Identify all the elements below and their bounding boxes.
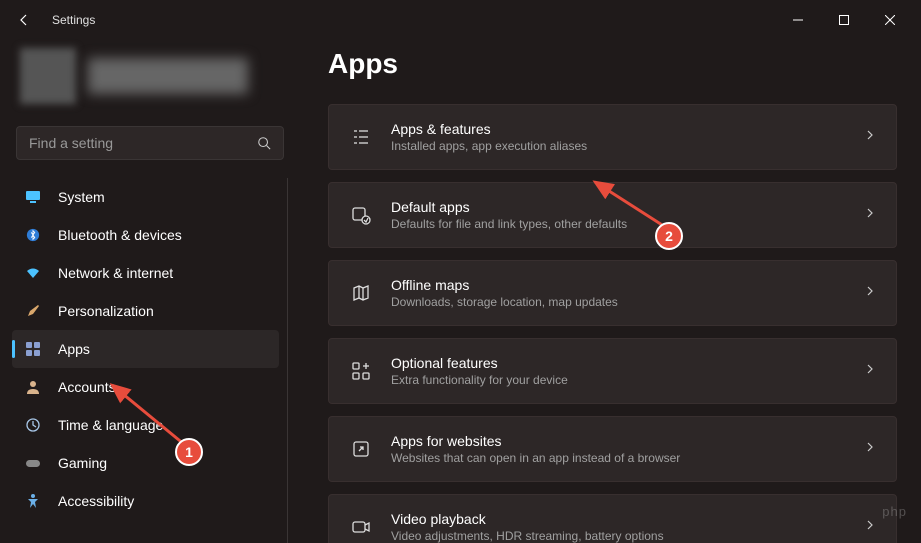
list-icon bbox=[349, 125, 373, 149]
card-video-playback[interactable]: Video playback Video adjustments, HDR st… bbox=[328, 494, 897, 543]
chevron-right-icon bbox=[864, 518, 876, 536]
minimize-button[interactable] bbox=[775, 4, 821, 36]
chevron-right-icon bbox=[864, 440, 876, 458]
card-text: Optional features Extra functionality fo… bbox=[391, 355, 864, 387]
sidebar-item-label: Apps bbox=[58, 341, 90, 357]
default-app-icon bbox=[349, 203, 373, 227]
video-icon bbox=[349, 515, 373, 539]
card-apps-for-websites[interactable]: Apps for websites Websites that can open… bbox=[328, 416, 897, 482]
search-input[interactable] bbox=[29, 135, 257, 151]
card-title: Video playback bbox=[391, 511, 864, 527]
maximize-button[interactable] bbox=[821, 4, 867, 36]
gamepad-icon bbox=[24, 454, 42, 472]
avatar bbox=[20, 48, 76, 104]
sidebar-item-label: Accessibility bbox=[58, 493, 134, 509]
titlebar: Settings bbox=[0, 0, 921, 40]
back-button[interactable] bbox=[8, 4, 40, 36]
sidebar-item-apps[interactable]: Apps bbox=[12, 330, 279, 368]
card-title: Default apps bbox=[391, 199, 864, 215]
page-title: Apps bbox=[328, 48, 897, 80]
sidebar-item-accessibility[interactable]: Accessibility bbox=[12, 482, 279, 520]
back-arrow-icon bbox=[16, 12, 32, 28]
user-profile[interactable] bbox=[12, 40, 288, 120]
sidebar-item-system[interactable]: System bbox=[12, 178, 279, 216]
sidebar-item-label: Time & language bbox=[58, 417, 163, 433]
card-text: Apps & features Installed apps, app exec… bbox=[391, 121, 864, 153]
window-title: Settings bbox=[52, 13, 95, 27]
card-subtitle: Downloads, storage location, map updates bbox=[391, 295, 864, 309]
open-external-icon bbox=[349, 437, 373, 461]
sidebar-item-label: Bluetooth & devices bbox=[58, 227, 182, 243]
search-box[interactable] bbox=[16, 126, 284, 160]
card-subtitle: Video adjustments, HDR streaming, batter… bbox=[391, 529, 864, 543]
card-text: Offline maps Downloads, storage location… bbox=[391, 277, 864, 309]
accessibility-icon bbox=[24, 492, 42, 510]
sidebar-item-accounts[interactable]: Accounts bbox=[12, 368, 279, 406]
maximize-icon bbox=[839, 15, 849, 25]
grid-plus-icon bbox=[349, 359, 373, 383]
card-subtitle: Websites that can open in an app instead… bbox=[391, 451, 864, 465]
sidebar: System Bluetooth & devices Network & int… bbox=[0, 40, 300, 543]
monitor-icon bbox=[24, 188, 42, 206]
card-offline-maps[interactable]: Offline maps Downloads, storage location… bbox=[328, 260, 897, 326]
search-icon bbox=[257, 136, 271, 150]
card-optional-features[interactable]: Optional features Extra functionality fo… bbox=[328, 338, 897, 404]
card-text: Video playback Video adjustments, HDR st… bbox=[391, 511, 864, 543]
close-icon bbox=[885, 15, 895, 25]
sidebar-item-time-language[interactable]: Time & language bbox=[12, 406, 279, 444]
minimize-icon bbox=[793, 15, 803, 25]
close-button[interactable] bbox=[867, 4, 913, 36]
brush-icon bbox=[24, 302, 42, 320]
sidebar-item-gaming[interactable]: Gaming bbox=[12, 444, 279, 482]
nav-list: System Bluetooth & devices Network & int… bbox=[12, 178, 288, 543]
sidebar-item-label: Gaming bbox=[58, 455, 107, 471]
card-apps-features[interactable]: Apps & features Installed apps, app exec… bbox=[328, 104, 897, 170]
watermark: php bbox=[882, 504, 907, 519]
card-text: Default apps Defaults for file and link … bbox=[391, 199, 864, 231]
sidebar-item-bluetooth[interactable]: Bluetooth & devices bbox=[12, 216, 279, 254]
sidebar-item-network[interactable]: Network & internet bbox=[12, 254, 279, 292]
card-default-apps[interactable]: Default apps Defaults for file and link … bbox=[328, 182, 897, 248]
window-controls bbox=[775, 4, 913, 36]
card-text: Apps for websites Websites that can open… bbox=[391, 433, 864, 465]
card-subtitle: Extra functionality for your device bbox=[391, 373, 864, 387]
sidebar-item-personalization[interactable]: Personalization bbox=[12, 292, 279, 330]
grid-icon bbox=[24, 340, 42, 358]
card-subtitle: Installed apps, app execution aliases bbox=[391, 139, 864, 153]
chevron-right-icon bbox=[864, 206, 876, 224]
chevron-right-icon bbox=[864, 362, 876, 380]
card-title: Apps for websites bbox=[391, 433, 864, 449]
chevron-right-icon bbox=[864, 128, 876, 146]
main-content: Apps Apps & features Installed apps, app… bbox=[300, 40, 921, 543]
sidebar-item-label: Personalization bbox=[58, 303, 154, 319]
person-icon bbox=[24, 378, 42, 396]
map-icon bbox=[349, 281, 373, 305]
card-title: Offline maps bbox=[391, 277, 864, 293]
card-subtitle: Defaults for file and link types, other … bbox=[391, 217, 864, 231]
profile-name bbox=[88, 58, 248, 94]
sidebar-item-label: Network & internet bbox=[58, 265, 173, 281]
card-title: Apps & features bbox=[391, 121, 864, 137]
chevron-right-icon bbox=[864, 284, 876, 302]
card-title: Optional features bbox=[391, 355, 864, 371]
clock-globe-icon bbox=[24, 416, 42, 434]
sidebar-item-label: Accounts bbox=[58, 379, 116, 395]
bluetooth-icon bbox=[24, 226, 42, 244]
sidebar-item-label: System bbox=[58, 189, 105, 205]
wifi-icon bbox=[24, 264, 42, 282]
